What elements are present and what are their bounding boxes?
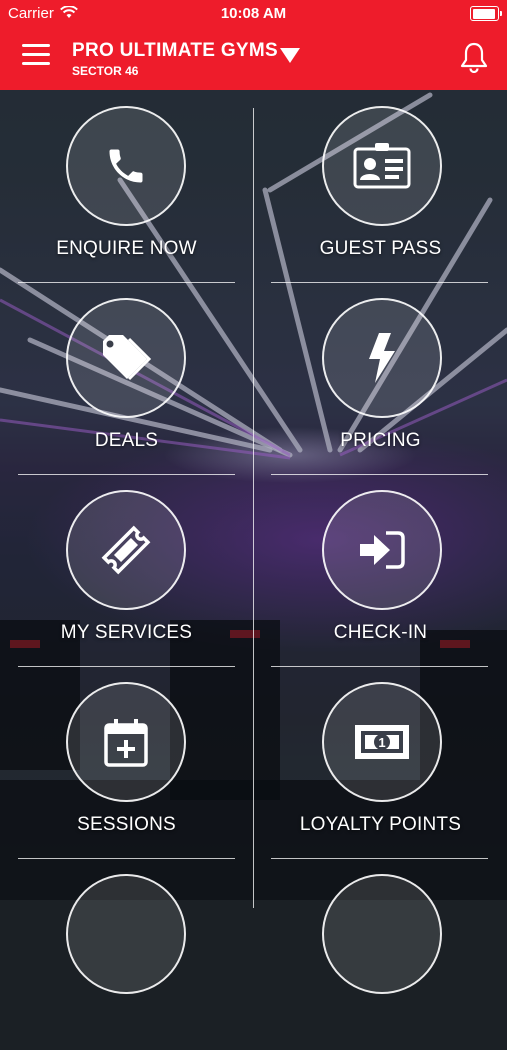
- more-tile-right[interactable]: [254, 858, 507, 1050]
- sessions-tile[interactable]: SESSIONS: [0, 666, 253, 858]
- deals-tile[interactable]: DEALS: [0, 282, 253, 474]
- tile-label: ENQUIRE NOW: [56, 238, 197, 259]
- price-tag-icon: [66, 298, 186, 418]
- gym-location: SECTOR 46: [72, 64, 139, 78]
- svg-text:1: 1: [378, 735, 385, 750]
- app-header: PRO ULTIMATE GYMS SECTOR 46: [0, 26, 507, 90]
- gym-selector[interactable]: PRO ULTIMATE GYMS SECTOR 46: [72, 40, 278, 78]
- ticket-icon: [66, 490, 186, 610]
- tile-label: GUEST PASS: [319, 238, 442, 259]
- menu-icon[interactable]: [22, 44, 50, 68]
- dropdown-arrow-icon[interactable]: [280, 48, 300, 63]
- guest-pass-tile[interactable]: GUEST PASS: [254, 90, 507, 282]
- calendar-plus-icon: [66, 682, 186, 802]
- tile-label: DEALS: [94, 430, 159, 451]
- more-tile-left[interactable]: [0, 858, 253, 1050]
- status-bar: Carrier 10:08 AM: [0, 0, 507, 26]
- menu-grid: ENQUIRE NOW GUEST PASS DEALS PRICING MY …: [0, 90, 507, 994]
- bell-icon[interactable]: [459, 41, 489, 78]
- id-card-icon: [322, 106, 442, 226]
- loyalty-points-tile[interactable]: 1 LOYALTY POINTS: [254, 666, 507, 858]
- tile-label: CHECK-IN: [333, 622, 428, 643]
- tile-circle: [322, 874, 442, 994]
- tile-circle: [66, 874, 186, 994]
- enquire-now-tile[interactable]: ENQUIRE NOW: [0, 90, 253, 282]
- lightning-icon: [322, 298, 442, 418]
- status-time: 10:08 AM: [220, 5, 287, 22]
- gym-name: PRO ULTIMATE GYMS: [72, 40, 279, 61]
- money-bill-icon: 1: [322, 682, 442, 802]
- battery-icon: [470, 6, 502, 21]
- sign-in-icon: [322, 490, 442, 610]
- phone-icon: [66, 106, 186, 226]
- check-in-tile[interactable]: CHECK-IN: [254, 474, 507, 666]
- pricing-tile[interactable]: PRICING: [254, 282, 507, 474]
- tile-label: SESSIONS: [77, 814, 176, 835]
- tile-label: PRICING: [340, 430, 421, 451]
- tile-label: LOYALTY POINTS: [299, 814, 462, 835]
- tile-label: MY SERVICES: [60, 622, 193, 643]
- my-services-tile[interactable]: MY SERVICES: [0, 474, 253, 666]
